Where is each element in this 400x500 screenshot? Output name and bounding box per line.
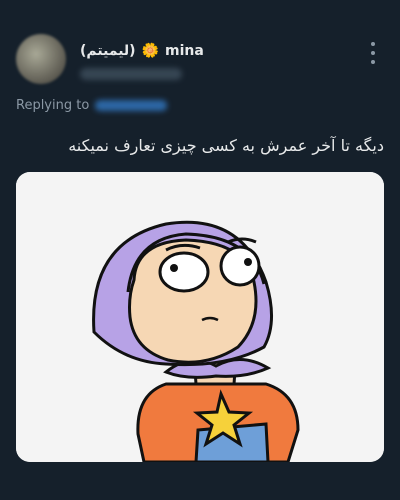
- replying-to-handle-redacted[interactable]: [95, 100, 168, 111]
- more-options-icon[interactable]: [366, 42, 380, 64]
- replying-to: Replying to: [16, 98, 168, 113]
- replying-label: Replying to: [16, 98, 90, 113]
- author-badge: (لیمیتم): [80, 43, 136, 59]
- tweet-media-image[interactable]: [16, 172, 384, 462]
- author-handle-redacted: [80, 68, 182, 80]
- cartoon-illustration: [16, 172, 384, 462]
- author-avatar[interactable]: [16, 34, 66, 84]
- flower-icon: 🌼: [141, 43, 160, 59]
- tweet-text: دیگه تا آخر عمرش به کسی چیزی تعارف نمیکن…: [68, 136, 384, 155]
- author-name-row[interactable]: (لیمیتم) 🌼 mina: [80, 40, 204, 62]
- author-name[interactable]: mina: [165, 43, 204, 59]
